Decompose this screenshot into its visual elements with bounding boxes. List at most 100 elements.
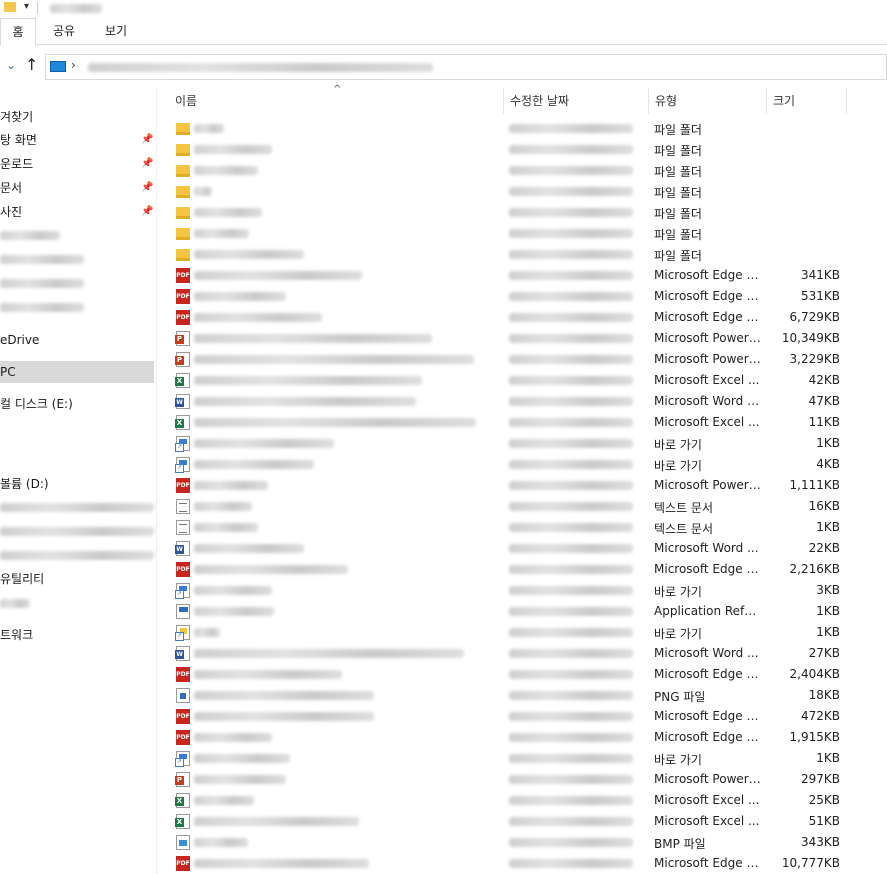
pin-icon[interactable]: 📌: [141, 201, 153, 223]
file-row[interactable]: PDF Microsoft PowerP... 1,111KB: [157, 475, 887, 496]
nav-item-redacted[interactable]: [0, 527, 154, 536]
file-name-redacted: [194, 439, 334, 448]
file-row[interactable]: Microsoft PowerP... 3,229KB: [157, 349, 887, 370]
file-name-redacted: [194, 796, 254, 805]
file-type: PNG 파일: [654, 690, 706, 704]
file-name-redacted: [194, 334, 432, 343]
nav-item-utilities[interactable]: 유틸리티: [0, 568, 44, 590]
nav-item-redacted[interactable]: [0, 551, 154, 560]
nav-item-this-pc[interactable]: PC: [0, 361, 154, 383]
breadcrumb-chevron-icon[interactable]: ›: [71, 58, 76, 72]
nav-item-network[interactable]: 트워크: [0, 624, 33, 646]
file-row[interactable]: 파일 폴더: [157, 202, 887, 223]
column-header-type[interactable]: 유형: [649, 88, 767, 114]
pdf-icon: PDF: [176, 730, 190, 745]
tab-view[interactable]: 보기: [96, 18, 136, 45]
column-header-size[interactable]: 크기: [767, 88, 847, 114]
file-row[interactable]: 파일 폴더: [157, 118, 887, 139]
file-row[interactable]: Microsoft Excel ... 51KB: [157, 811, 887, 832]
pin-icon[interactable]: 📌: [141, 153, 153, 175]
up-arrow-icon[interactable]: ↑: [25, 55, 38, 74]
file-row[interactable]: Microsoft Word ... 27KB: [157, 643, 887, 664]
nav-item-redacted[interactable]: [0, 599, 30, 608]
file-row[interactable]: BMP 파일 343KB: [157, 832, 887, 853]
address-bar[interactable]: ›: [45, 54, 887, 80]
file-row[interactable]: Microsoft Word 9... 47KB: [157, 391, 887, 412]
nav-item-pictures[interactable]: 사진 📌: [0, 201, 156, 223]
file-name-redacted: [194, 481, 268, 490]
quick-access-dropdown-icon[interactable]: ▾: [24, 1, 29, 12]
file-size: 1KB: [816, 751, 840, 765]
file-type: Microsoft Excel ...: [654, 793, 760, 807]
file-row[interactable]: Microsoft Excel ... 42KB: [157, 370, 887, 391]
file-size: 51KB: [808, 814, 840, 828]
file-type: Microsoft PowerP...: [654, 331, 762, 345]
this-pc-icon: [50, 61, 66, 72]
file-name-redacted: [194, 208, 262, 217]
nav-item-downloads[interactable]: 운로드 📌: [0, 153, 156, 175]
file-name-redacted: [194, 691, 374, 700]
file-row[interactable]: 파일 폴더: [157, 244, 887, 265]
nav-item-onedrive[interactable]: eDrive: [0, 329, 39, 351]
folder-icon: [176, 207, 190, 219]
file-type: 파일 폴더: [654, 186, 702, 200]
pdf-icon: PDF: [176, 478, 190, 493]
file-row[interactable]: 바로 가기 1KB: [157, 622, 887, 643]
file-type: 파일 폴더: [654, 165, 702, 179]
file-row[interactable]: PDF Microsoft Edge P... 341KB: [157, 265, 887, 286]
file-row[interactable]: Microsoft PowerP... 297KB: [157, 769, 887, 790]
pin-icon[interactable]: 📌: [141, 177, 153, 199]
file-size: 1KB: [816, 625, 840, 639]
file-size: 343KB: [800, 835, 840, 849]
file-name-redacted: [194, 124, 224, 133]
nav-item-redacted[interactable]: [0, 231, 60, 240]
nav-item-quick-access[interactable]: 겨찾기: [0, 106, 33, 128]
file-row[interactable]: PDF Microsoft Edge P... 531KB: [157, 286, 887, 307]
tab-share[interactable]: 공유: [44, 18, 84, 45]
file-row[interactable]: PNG 파일 18KB: [157, 685, 887, 706]
file-row[interactable]: 텍스트 문서 1KB: [157, 517, 887, 538]
file-size: 47KB: [808, 394, 840, 408]
file-row[interactable]: 파일 폴더: [157, 139, 887, 160]
modified-date-redacted: [509, 649, 633, 658]
file-row[interactable]: Microsoft Excel ... 25KB: [157, 790, 887, 811]
file-row[interactable]: Application Refer... 1KB: [157, 601, 887, 622]
file-row[interactable]: Microsoft PowerP... 10,349KB: [157, 328, 887, 349]
file-type: Microsoft PowerP...: [654, 352, 762, 366]
modified-date-redacted: [509, 565, 633, 574]
nav-item-redacted[interactable]: [0, 503, 154, 512]
file-row[interactable]: PDF Microsoft Edge P... 2,216KB: [157, 559, 887, 580]
file-row[interactable]: 파일 폴더: [157, 160, 887, 181]
file-row[interactable]: 바로 가기 1KB: [157, 433, 887, 454]
file-name-redacted: [194, 565, 348, 574]
recent-locations-icon[interactable]: ⌄: [6, 58, 16, 72]
file-row[interactable]: PDF Microsoft Edge P... 2,404KB: [157, 664, 887, 685]
file-row[interactable]: 바로 가기 3KB: [157, 580, 887, 601]
file-row[interactable]: PDF Microsoft Edge P... 6,729KB: [157, 307, 887, 328]
column-header-date[interactable]: 수정한 날짜: [504, 88, 649, 114]
file-size: 297KB: [800, 772, 840, 786]
word-icon: [175, 646, 190, 661]
nav-item-local-disk-e[interactable]: 컬 디스크 (E:): [0, 393, 73, 415]
file-row[interactable]: Microsoft Word ... 22KB: [157, 538, 887, 559]
file-row[interactable]: PDF Microsoft Edge P... 1,915KB: [157, 727, 887, 748]
nav-item-redacted[interactable]: [0, 303, 84, 312]
nav-item-documents[interactable]: 문서 📌: [0, 177, 156, 199]
nav-item-redacted[interactable]: [0, 255, 84, 264]
nav-item-volume-d[interactable]: 볼륨 (D:): [0, 473, 49, 495]
tab-home[interactable]: 홈: [0, 18, 36, 46]
file-row[interactable]: 바로 가기 1KB: [157, 748, 887, 769]
nav-item-desktop[interactable]: 탕 화면 📌: [0, 129, 156, 151]
file-row[interactable]: 텍스트 문서 16KB: [157, 496, 887, 517]
column-header-name[interactable]: 이름: [169, 88, 504, 114]
file-row[interactable]: Microsoft Excel ... 11KB: [157, 412, 887, 433]
pin-icon[interactable]: 📌: [141, 129, 153, 151]
nav-item-redacted[interactable]: [0, 279, 84, 288]
file-row[interactable]: PDF Microsoft Edge P... 472KB: [157, 706, 887, 727]
modified-date-redacted: [509, 775, 633, 784]
file-row[interactable]: 바로 가기 4KB: [157, 454, 887, 475]
folder-icon: [176, 165, 190, 177]
file-row[interactable]: 파일 폴더: [157, 223, 887, 244]
file-row[interactable]: PDF Microsoft Edge P... 10,777KB: [157, 853, 887, 874]
file-row[interactable]: 파일 폴더: [157, 181, 887, 202]
